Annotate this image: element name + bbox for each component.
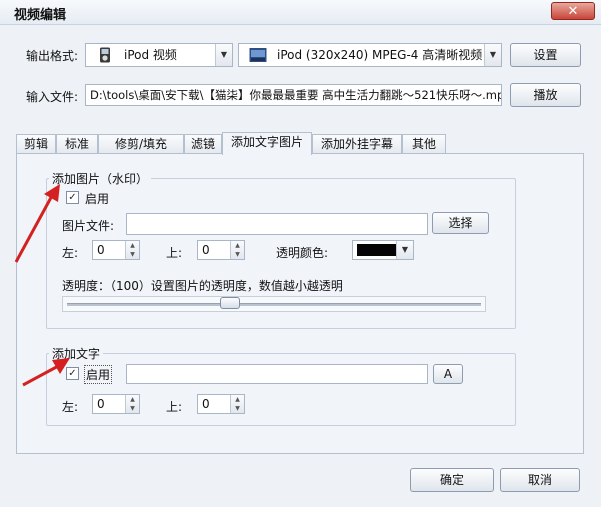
text-left-spinner[interactable]: 0 ▲ ▼ [92,394,140,414]
profile-select-value: iPod (320x240) MPEG-4 高清晰视频 (*.mp4 [277,48,501,62]
close-icon: ✕ [567,4,579,19]
input-file-label: 输入文件: [26,90,79,104]
play-button-label: 播放 [533,88,558,102]
settings-button-label: 设置 [533,48,558,62]
image-file-input[interactable] [126,213,428,235]
chevron-down-icon: ▼ [215,44,232,66]
image-top-spinner[interactable]: 0 ▲ ▼ [197,240,245,260]
opacity-slider-thumb[interactable] [220,297,240,309]
text-top-spinner[interactable]: 0 ▲ ▼ [197,394,245,414]
tab-clip[interactable]: 剪辑 [16,134,56,154]
spinner-arrows-icon[interactable]: ▲ ▼ [230,241,244,259]
ipod-icon [100,47,110,63]
image-left-value: 0 [97,243,105,257]
image-enable-label: 启用 [85,192,110,206]
chevron-down-icon: ▼ [396,241,413,259]
tab-trim-pad[interactable]: 修剪/填充 [98,134,184,154]
tab-filter[interactable]: 滤镜 [184,134,222,154]
spinner-arrows-icon[interactable]: ▲ ▼ [125,395,139,413]
image-top-value: 0 [202,243,210,257]
tab-add-subtitle[interactable]: 添加外挂字幕 [312,134,402,154]
transparent-color-select[interactable]: ▼ [352,240,414,260]
ok-button-label: 确定 [439,473,464,487]
title-bar: 视频编辑 ✕ [0,0,601,25]
text-top-label: 上: [166,400,183,414]
cancel-button[interactable]: 取消 [500,468,580,492]
transparent-color-label: 透明颜色: [276,246,329,260]
tab-add-text-image[interactable]: 添加文字图片 [222,132,312,155]
input-file-path[interactable]: D:\tools\桌面\安下载\【猫柒】你最最最重要 高中生活力翻跳～521快乐… [85,84,502,106]
choose-image-button[interactable]: 选择 [432,212,489,234]
output-format-label: 输出格式: [26,49,79,63]
image-file-label: 图片文件: [62,219,115,233]
spinner-arrows-icon[interactable]: ▲ ▼ [230,395,244,413]
cancel-button-label: 取消 [527,473,552,487]
tab-standard[interactable]: 标准 [56,134,98,154]
slider-groove [67,303,481,306]
text-top-value: 0 [202,397,210,411]
font-button[interactable]: A [433,364,463,384]
settings-button[interactable]: 设置 [510,43,581,67]
play-button[interactable]: 播放 [510,83,581,107]
ok-button[interactable]: 确定 [410,468,494,492]
text-enable-label: 启用 [84,365,113,384]
color-swatch [357,244,397,256]
tab-other[interactable]: 其他 [402,134,446,154]
mp4-icon [249,48,267,62]
annotation-arrow-icon [14,184,60,263]
chevron-down-icon: ▼ [484,44,501,66]
spinner-arrows-icon[interactable]: ▲ ▼ [125,241,139,259]
checkmark-icon: ✓ [68,192,77,203]
profile-select[interactable]: iPod (320x240) MPEG-4 高清晰视频 (*.mp4 ▼ [238,43,502,67]
opacity-description: 透明度：（100）设置图片的透明度，数值越小越透明 [62,279,343,293]
text-left-value: 0 [97,397,105,411]
device-select-value: iPod 视频 [124,48,177,62]
text-content-input[interactable] [126,364,428,384]
image-left-spinner[interactable]: 0 ▲ ▼ [92,240,140,260]
device-select[interactable]: iPod 视频 ▼ [85,43,233,67]
close-button[interactable]: ✕ [551,2,595,20]
font-icon: A [443,367,453,381]
text-left-label: 左: [62,400,79,414]
image-top-label: 上: [166,246,183,260]
window-title: 视频编辑 [14,8,67,23]
annotation-arrow-icon [22,358,70,387]
choose-image-button-label: 选择 [448,216,473,230]
opacity-slider-track[interactable] [62,296,486,312]
